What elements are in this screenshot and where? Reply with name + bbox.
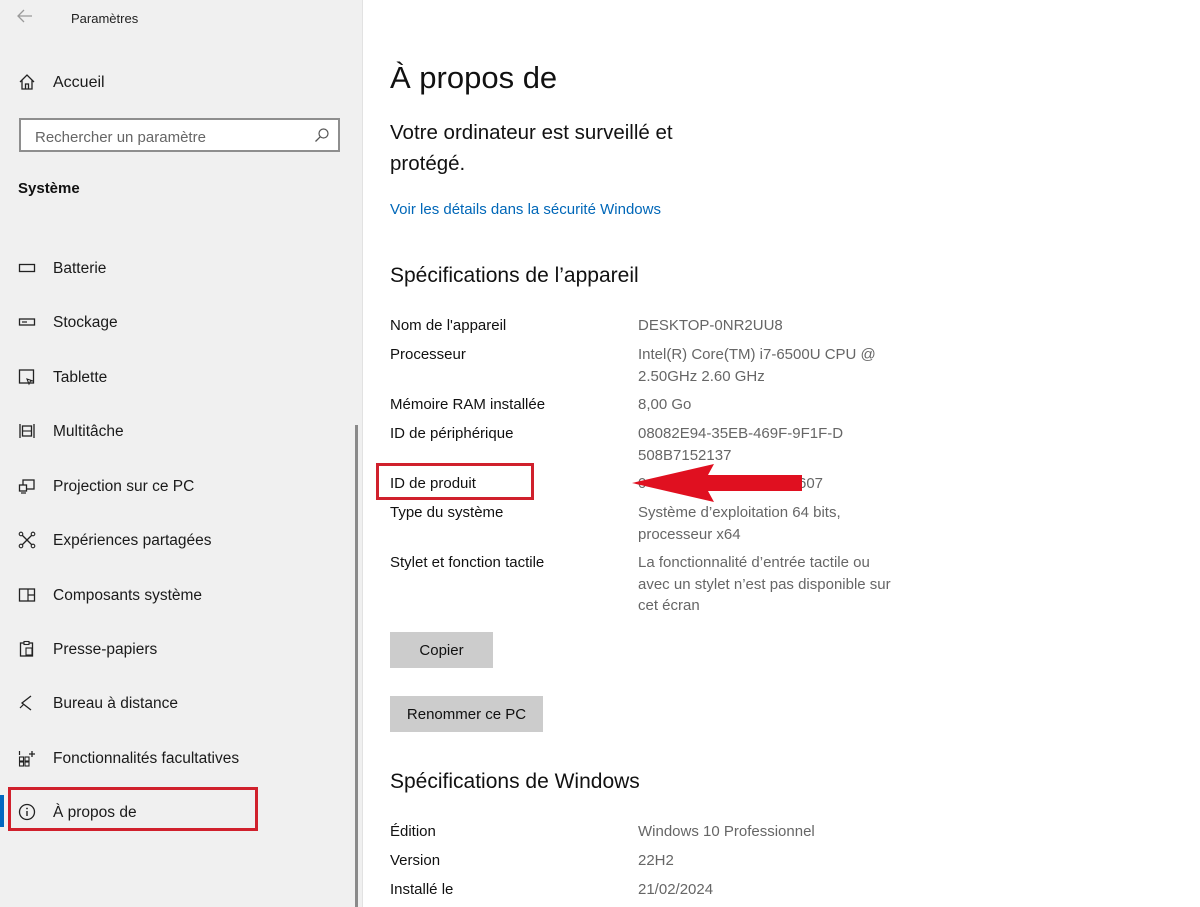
spec-label: Nom de l'appareil (390, 317, 507, 334)
home-icon (17, 73, 37, 93)
spec-value: 22H2 (638, 852, 674, 869)
spec-label: Édition (390, 823, 436, 840)
spec-value: Windows 10 Professionnel (638, 823, 815, 840)
section-title: Système (18, 180, 80, 197)
spec-value: Système d’exploitation 64 bits, processe… (638, 504, 841, 543)
rename-pc-button[interactable]: Renommer ce PC (390, 696, 543, 732)
battery-icon (17, 259, 37, 279)
search-box[interactable] (19, 118, 340, 152)
sidebar-item-home[interactable]: Accueil (0, 63, 362, 103)
sidebar-item-battery[interactable]: Batterie (0, 249, 362, 289)
spec-value: 08082E94-35EB-469F-9F1F-D508B7152137 (638, 425, 844, 464)
sidebar-divider (362, 0, 363, 907)
security-details-link[interactable]: Voir les détails dans la sécurité Window… (390, 201, 661, 218)
spec-value: 8,00 Go (638, 396, 692, 413)
sidebar-item-shared-experiences[interactable]: Expériences partagées (0, 521, 362, 561)
sidebar: Paramètres Accueil Système Batterie Stoc… (0, 0, 362, 907)
spec-label: Installé le (390, 881, 454, 898)
sidebar-item-label: Tablette (53, 369, 108, 386)
tablet-icon (17, 368, 37, 388)
main-content: À propos de Votre ordinateur est surveil… (390, 0, 1170, 907)
sidebar-item-label: Fonctionnalités facultatives (53, 750, 240, 767)
highlight-box-product-id (376, 463, 534, 500)
sidebar-item-system-components[interactable]: Composants système (0, 576, 362, 616)
sidebar-item-clipboard[interactable]: Presse-papiers (0, 630, 362, 670)
sidebar-item-tablet[interactable]: Tablette (0, 358, 362, 398)
remote-desktop-icon (17, 694, 37, 714)
sidebar-item-remote-desktop[interactable]: Bureau à distance (0, 684, 362, 724)
sidebar-item-label: Projection sur ce PC (53, 478, 195, 495)
sidebar-item-label: Bureau à distance (53, 695, 178, 712)
sidebar-item-label: Stockage (53, 314, 118, 331)
spec-value: 21/02/2024 (638, 881, 714, 898)
spec-label: ID de périphérique (390, 425, 514, 442)
red-arrow-icon (632, 464, 802, 502)
back-arrow-icon[interactable] (17, 9, 37, 27)
shared-experiences-icon (17, 531, 37, 551)
sidebar-item-multitasking[interactable]: Multitâche (0, 412, 362, 452)
spec-label: Mémoire RAM installée (390, 396, 546, 413)
spec-value: DESKTOP-0NR2UU8 (638, 317, 783, 334)
search-icon[interactable] (314, 127, 330, 143)
spec-value: Intel(R) Core(TM) i7-6500U CPU @ 2.50GHz… (638, 346, 876, 385)
sidebar-item-label: Presse-papiers (53, 641, 158, 658)
search-input[interactable] (33, 125, 317, 149)
security-status: Votre ordinateur est surveillé et protég… (390, 121, 673, 175)
sidebar-item-label: Expériences partagées (53, 532, 212, 549)
projection-icon (17, 477, 37, 497)
active-indicator (0, 795, 4, 827)
window-title: Paramètres (71, 11, 139, 26)
copy-button[interactable]: Copier (390, 632, 493, 668)
storage-icon (17, 313, 37, 333)
clipboard-icon (17, 640, 37, 660)
multitasking-icon (17, 422, 37, 442)
spec-label: Stylet et fonction tactile (390, 554, 545, 571)
windows-specs-heading: Spécifications de Windows (390, 770, 640, 793)
sidebar-item-label: Batterie (53, 260, 107, 277)
spec-value: La fonctionnalité d’entrée tactile ou av… (638, 554, 891, 614)
device-specs-heading: Spécifications de l’appareil (390, 264, 639, 287)
page-title: À propos de (390, 60, 558, 95)
sidebar-item-projection[interactable]: Projection sur ce PC (0, 467, 362, 507)
spec-label: Processeur (390, 346, 466, 363)
system-components-icon (17, 586, 37, 606)
spec-label: Version (390, 852, 441, 869)
sidebar-item-storage[interactable]: Stockage (0, 303, 362, 343)
sidebar-item-label: Composants système (53, 587, 203, 604)
spec-label: Type du système (390, 504, 504, 521)
sidebar-item-label: Accueil (53, 74, 105, 91)
highlight-box-about (8, 787, 258, 831)
scrollbar[interactable] (355, 425, 358, 907)
product-id-value-end: 607 (798, 475, 824, 492)
sidebar-item-optional-features[interactable]: Fonctionnalités facultatives (0, 739, 362, 779)
sidebar-item-label: Multitâche (53, 423, 124, 440)
optional-features-icon (17, 749, 37, 769)
